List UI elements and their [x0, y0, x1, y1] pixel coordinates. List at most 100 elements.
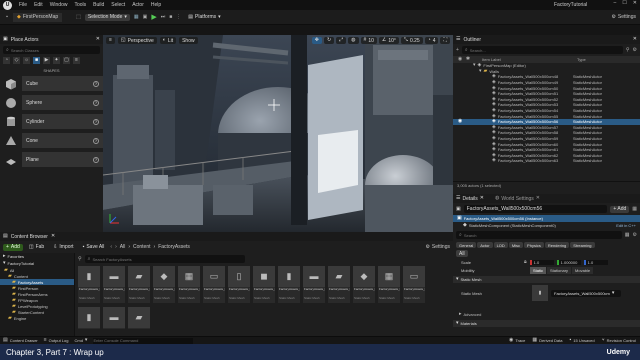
- edit-cpp-link[interactable]: Edit in C++: [616, 223, 636, 228]
- scale-snap-button[interactable]: ⤡ 0.25: [400, 37, 423, 44]
- mobility-stationary[interactable]: Stationary: [547, 267, 572, 274]
- place-actors-search-input[interactable]: [10, 47, 81, 53]
- static-mesh-dropdown[interactable]: FactoryAssets_Wall500x500cm ▾: [551, 289, 621, 297]
- unsaved-button[interactable]: ▪ 15 Unsaved: [569, 338, 594, 344]
- outliner-col-label[interactable]: Item Label: [472, 57, 577, 62]
- place-actors-search[interactable]: ⌕: [3, 46, 100, 54]
- category-all[interactable]: All: [456, 250, 468, 257]
- breadcrumb-content[interactable]: Content: [133, 244, 151, 250]
- menu-tools[interactable]: Tools: [74, 2, 86, 8]
- close-icon[interactable]: ✕: [480, 196, 484, 201]
- viewport-scene[interactable]: [103, 35, 453, 232]
- asset-tile[interactable]: ▮ FactoryAssets_Beam1 Static Mesh: [78, 266, 100, 303]
- outliner-settings-icon[interactable]: ⚙: [633, 47, 637, 53]
- lit-button[interactable]: ◐ Lit: [159, 37, 177, 44]
- close-icon[interactable]: ✕: [96, 37, 100, 42]
- details-settings-icon[interactable]: ⚙: [633, 232, 637, 238]
- grid-snap-button[interactable]: #10: [360, 37, 377, 44]
- minimize-icon[interactable]: ‒: [614, 1, 617, 6]
- outliner-search-input[interactable]: [469, 47, 590, 53]
- advanced-row[interactable]: ▸ Advanced: [453, 311, 640, 318]
- menu-select[interactable]: Select: [111, 2, 125, 8]
- asset-tile[interactable]: ◆ FactoryAssets_Floor Static Mesh: [353, 266, 375, 303]
- asset-tile[interactable]: ▭ FactoryAssets_Girder Static Mesh: [403, 266, 425, 303]
- translate-tool[interactable]: ✥: [311, 37, 322, 44]
- all-classes-icon[interactable]: ≡: [73, 57, 80, 64]
- scale-tool[interactable]: ⤢: [336, 37, 347, 44]
- asset-tile[interactable]: ◆ FactoryAssets_Bolt Static Mesh: [153, 266, 175, 303]
- shape-item-cube[interactable]: Cube?: [0, 75, 103, 92]
- asset-tile[interactable]: ▬ FactoryAssets_Door Static Mesh: [303, 266, 325, 303]
- close-icon[interactable]: ✕: [51, 234, 55, 239]
- close-icon[interactable]: ✕: [536, 196, 540, 201]
- shape-item-sphere[interactable]: Sphere?: [0, 94, 103, 111]
- mobility-movable[interactable]: Movable: [572, 267, 594, 274]
- basic-icon[interactable]: ◇: [13, 57, 20, 64]
- shape-item-cylinder[interactable]: Cylinder?: [0, 113, 103, 130]
- camera-speed-button[interactable]: ◔ 4: [424, 37, 439, 44]
- more-play-options-icon[interactable]: ⋮: [176, 14, 181, 20]
- visibility-icon[interactable]: ◉: [456, 119, 464, 124]
- help-icon[interactable]: ?: [93, 80, 99, 87]
- tab-details[interactable]: ☰ Details ✕: [456, 196, 484, 202]
- menu-edit[interactable]: Edit: [34, 2, 43, 8]
- outliner-search[interactable]: ⌕: [461, 46, 623, 54]
- filter-icon[interactable]: ⚲: [78, 256, 82, 262]
- asset-tile[interactable]: ◼ FactoryAssets_Container Static Mesh: [253, 266, 275, 303]
- tab-world-settings[interactable]: ◍ World Settings ✕: [495, 196, 540, 202]
- output-log-button[interactable]: ≡ Output Log: [44, 338, 69, 344]
- fab-button[interactable]: ◫ Fab: [26, 244, 47, 251]
- select-mode-icon[interactable]: ⬚: [76, 14, 81, 20]
- outliner-row[interactable]: ◈ FactoryAssets_Wall500x500cm63 StaticMesh…: [453, 158, 640, 164]
- stop-icon[interactable]: ■: [169, 14, 172, 20]
- step-icon[interactable]: ⏭: [161, 14, 166, 20]
- rotate-tool[interactable]: ↻: [323, 37, 335, 44]
- mobility-static[interactable]: Static: [530, 267, 547, 274]
- map-tab[interactable]: ◆ FirstPersonMap: [13, 12, 63, 22]
- lights-icon[interactable]: ☼: [23, 57, 30, 64]
- maximize-icon[interactable]: ☐: [622, 1, 626, 6]
- scale-y[interactable]: 1.000000: [556, 259, 581, 265]
- cmd-dropdown[interactable]: Cmd ▾: [74, 338, 87, 344]
- asset-tile[interactable]: ▬ FactoryAssets_Beam2 Static Mesh: [103, 266, 125, 303]
- selection-mode-dropdown[interactable]: Selection Mode ▾: [84, 13, 130, 21]
- menu-build[interactable]: Build: [93, 2, 104, 8]
- shape-item-cone[interactable]: Cone?: [0, 132, 103, 149]
- asset-tile[interactable]: ▦ FactoryAssets_Box1 Static Mesh: [178, 266, 200, 303]
- revision-control-button[interactable]: ⑂ Revision Control: [602, 338, 636, 344]
- asset-search[interactable]: ⌕: [84, 255, 245, 263]
- help-icon[interactable]: ?: [93, 118, 99, 125]
- actor-name-field[interactable]: FactoryAssets_Wall500x500cm56: [463, 205, 608, 213]
- chevron-down-icon[interactable]: ▾: [473, 63, 476, 68]
- console-input[interactable]: [93, 337, 194, 344]
- show-button[interactable]: Show: [179, 37, 198, 44]
- world-local-toggle[interactable]: ◍: [348, 37, 359, 44]
- close-icon[interactable]: ✕: [633, 37, 637, 42]
- platforms-dropdown[interactable]: ▤ Platforms ▾: [185, 14, 223, 21]
- add-filter-icon[interactable]: +: [456, 47, 459, 53]
- content-drawer-button[interactable]: ▤ Content Drawer: [3, 338, 38, 344]
- shape-item-plane[interactable]: Plane?: [0, 151, 103, 168]
- menu-actor[interactable]: Actor: [132, 2, 144, 8]
- details-search[interactable]: ⌕: [456, 231, 622, 239]
- menu-help[interactable]: Help: [151, 2, 161, 8]
- category-rendering[interactable]: Rendering: [544, 242, 570, 248]
- help-icon[interactable]: ?: [93, 99, 99, 106]
- asset-tile[interactable]: ▭ FactoryAssets_Box2 Static Mesh: [203, 266, 225, 303]
- grid-view-icon[interactable]: ▦: [625, 232, 630, 238]
- volumes-icon[interactable]: ▢: [63, 57, 70, 64]
- scale-z[interactable]: 1.0: [583, 259, 608, 265]
- filter-icon[interactable]: ⚲: [626, 47, 630, 53]
- content-settings-button[interactable]: ⚙ Settings: [425, 244, 450, 250]
- help-icon[interactable]: ?: [93, 137, 99, 144]
- shapes-icon[interactable]: ■: [33, 57, 40, 64]
- import-button[interactable]: ⇩ Import: [50, 244, 76, 251]
- folder-item[interactable]: ▰ Engine: [0, 315, 74, 321]
- menu-file[interactable]: File: [19, 2, 27, 8]
- scale-x[interactable]: 1.0: [529, 259, 554, 265]
- outliner-col-type[interactable]: Type: [577, 57, 586, 62]
- save-icon[interactable]: ▪: [3, 14, 11, 20]
- perspective-button[interactable]: ◱ Perspective: [117, 37, 157, 44]
- favorites-row[interactable]: ▸ Favorites: [0, 253, 74, 260]
- outliner-tab[interactable]: ☰ Outliner ✕: [453, 35, 640, 44]
